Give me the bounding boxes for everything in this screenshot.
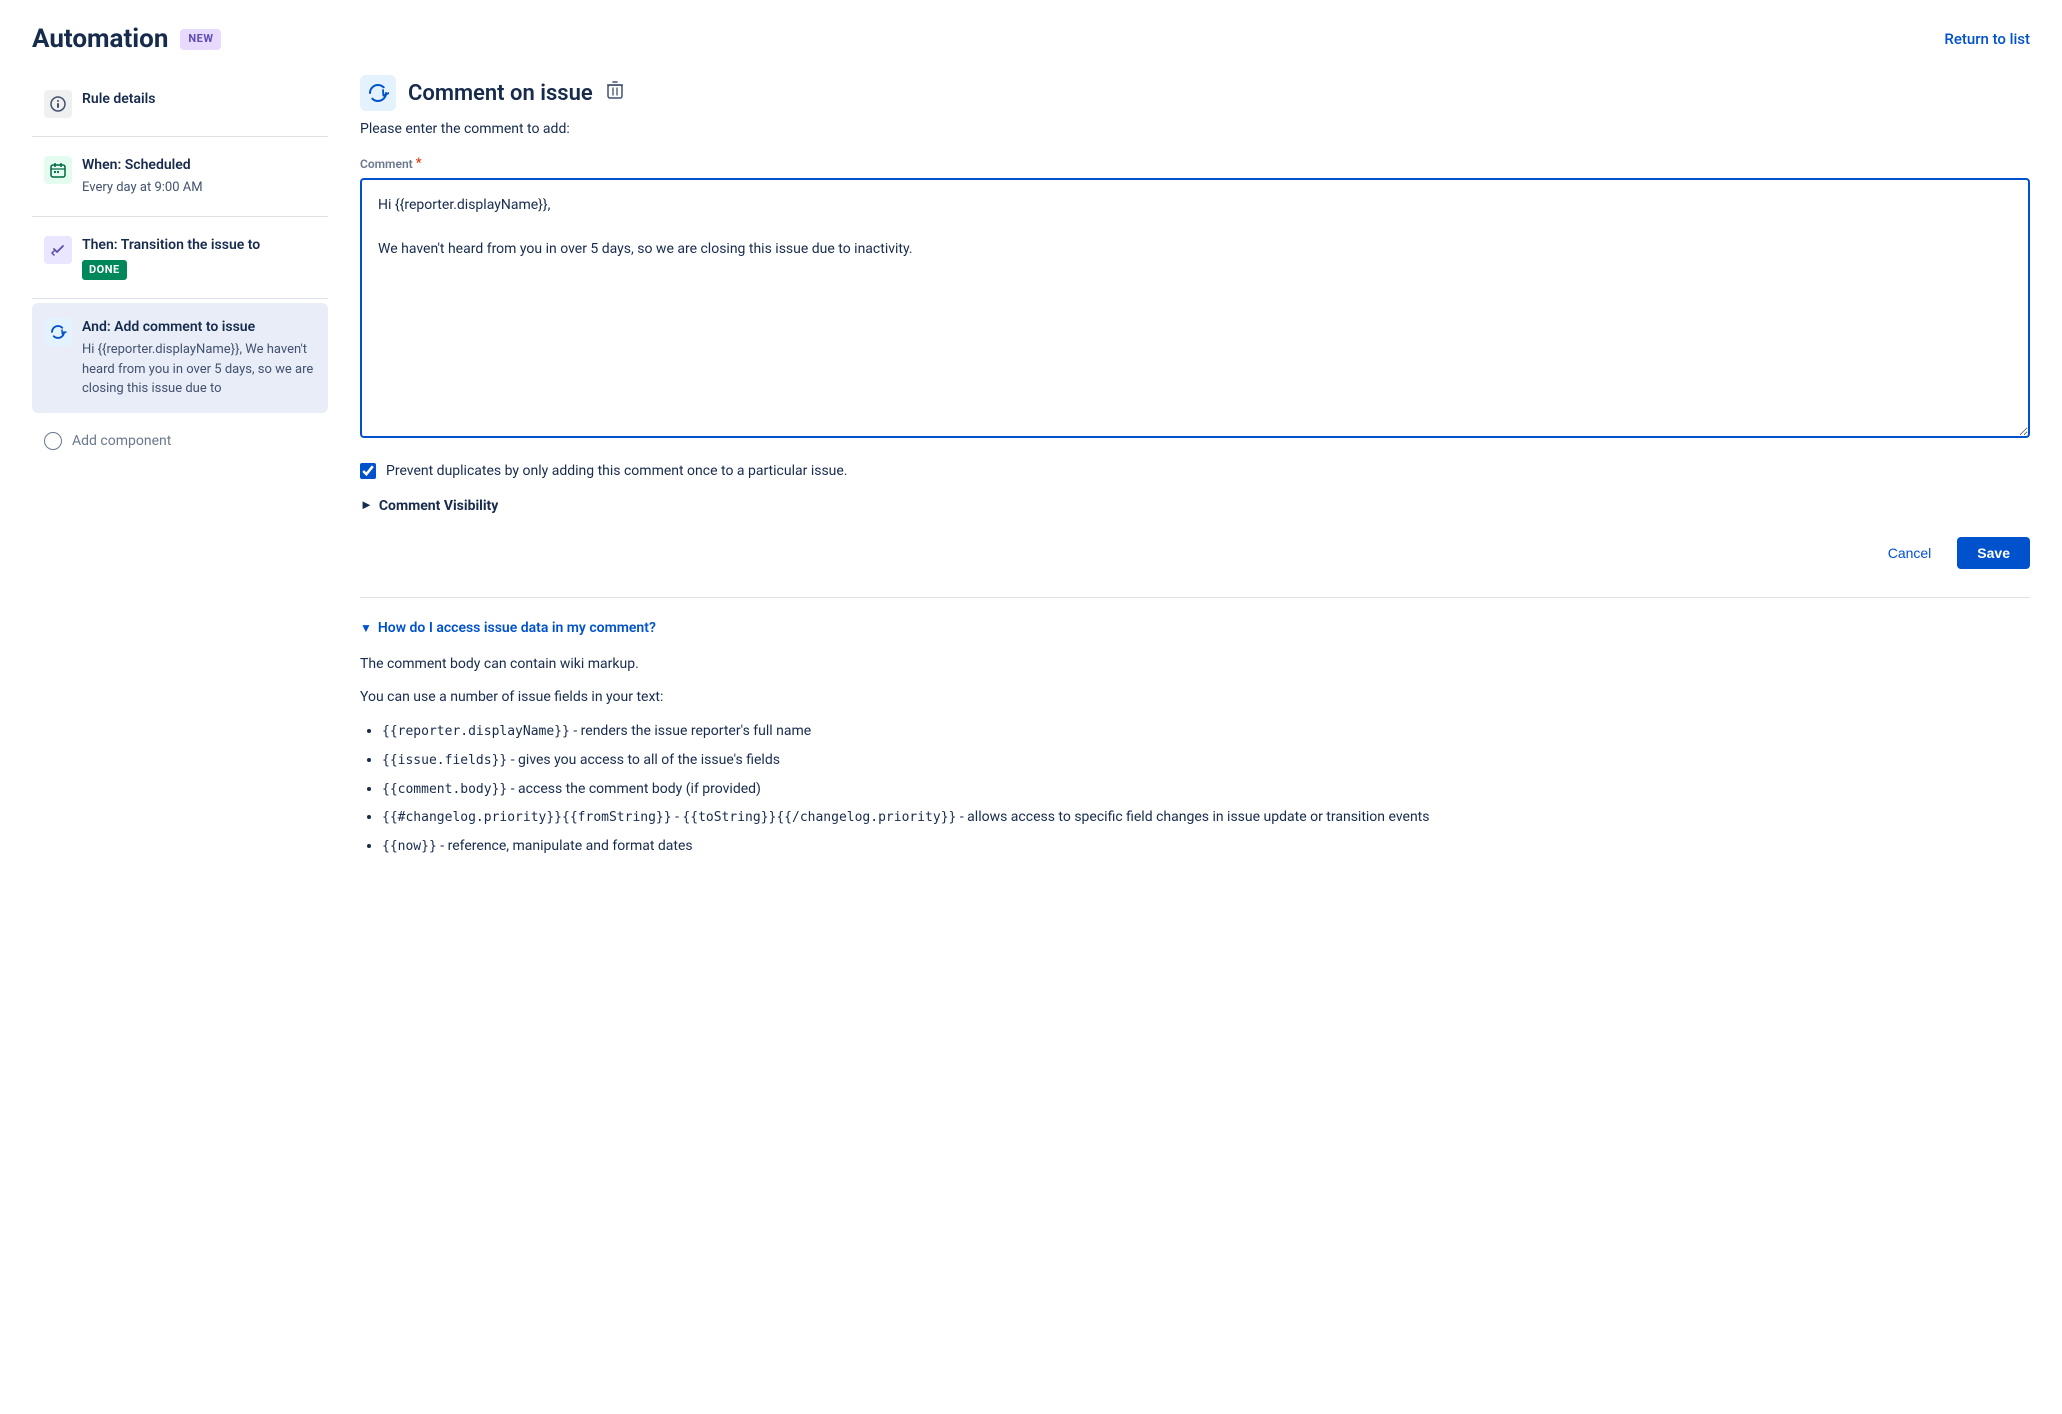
help-para-2: You can use a number of issue fields in … (360, 686, 2030, 710)
action-buttons: Cancel Save (360, 537, 2030, 569)
sidebar: Rule details When: Scheduled Every day a… (32, 75, 352, 869)
calendar-icon (44, 156, 72, 184)
section-title: Comment on issue (408, 77, 593, 110)
section-description: Please enter the comment to add: (360, 119, 2030, 140)
comment-visibility-label: Comment Visibility (379, 496, 498, 517)
sidebar-item-when-content: When: Scheduled Every day at 9:00 AM (82, 155, 203, 198)
add-component-circle-icon (44, 432, 62, 450)
section-comment-icon (360, 75, 396, 111)
prevent-duplicates-label: Prevent duplicates by only adding this c… (386, 461, 848, 482)
sidebar-item-transition-content: Then: Transition the issue to DONE (82, 235, 260, 281)
new-badge: NEW (180, 29, 221, 50)
sidebar-divider-2 (32, 216, 328, 217)
help-list-item-3: {{comment.body}} - access the comment bo… (382, 778, 2030, 802)
chevron-right-icon: ► (360, 496, 373, 516)
help-list-item-5: {{now}} - reference, manipulate and form… (382, 835, 2030, 859)
prevent-duplicates-row: Prevent duplicates by only adding this c… (360, 461, 2030, 482)
sidebar-item-comment-content: And: Add comment to issue Hi {{reporter.… (82, 317, 316, 399)
help-section: ▼ How do I access issue data in my comme… (360, 597, 2030, 860)
help-toggle-label: How do I access issue data in my comment… (378, 618, 656, 639)
sidebar-item-when-scheduled[interactable]: When: Scheduled Every day at 9:00 AM (32, 141, 328, 212)
help-list-item-4: {{#changelog.priority}}{{fromString}} - … (382, 806, 2030, 830)
cancel-button[interactable]: Cancel (1872, 537, 1948, 569)
sidebar-item-transition[interactable]: Then: Transition the issue to DONE (32, 221, 328, 295)
help-body: The comment body can contain wiki markup… (360, 653, 2030, 860)
return-to-list-link[interactable]: Return to list (1944, 28, 2030, 51)
help-list-item-1: {{reporter.displayName}} - renders the i… (382, 720, 2030, 744)
prevent-duplicates-checkbox[interactable] (360, 463, 376, 479)
delete-icon[interactable] (607, 81, 623, 106)
done-badge: DONE (82, 260, 127, 281)
sidebar-item-transition-title: Then: Transition the issue to (82, 235, 260, 256)
sidebar-item-rule-details[interactable]: Rule details (32, 75, 328, 132)
sidebar-item-rule-details-title: Rule details (82, 89, 155, 110)
help-list: {{reporter.displayName}} - renders the i… (360, 720, 2030, 859)
main-content: Comment on issue Please enter the commen… (352, 75, 2030, 869)
sidebar-divider-1 (32, 136, 328, 137)
required-star: * (416, 154, 422, 174)
transition-icon (44, 236, 72, 264)
chevron-down-icon: ▼ (360, 619, 372, 637)
section-header: Comment on issue (360, 75, 2030, 111)
sidebar-item-comment[interactable]: And: Add comment to issue Hi {{reporter.… (32, 303, 328, 413)
sidebar-item-when-title: When: Scheduled (82, 155, 203, 176)
help-toggle[interactable]: ▼ How do I access issue data in my comme… (360, 618, 2030, 639)
sidebar-item-comment-title: And: Add comment to issue (82, 317, 316, 338)
app-title: Automation (32, 20, 168, 59)
comment-field-label: Comment * (360, 154, 2030, 174)
add-component-button[interactable]: Add component (32, 417, 328, 466)
sidebar-item-rule-details-content: Rule details (82, 89, 155, 110)
comment-action-icon (44, 318, 72, 346)
add-component-label: Add component (72, 431, 171, 452)
app-header: Automation NEW Return to list (0, 0, 2062, 75)
header-left: Automation NEW (32, 20, 221, 59)
help-list-item-2: {{issue.fields}} - gives you access to a… (382, 749, 2030, 773)
sidebar-item-comment-subtitle: Hi {{reporter.displayName}}, We haven't … (82, 340, 316, 399)
comment-textarea[interactable]: Hi {{reporter.displayName}}, We haven't … (360, 178, 2030, 438)
sidebar-divider-3 (32, 298, 328, 299)
save-button[interactable]: Save (1957, 537, 2030, 569)
main-layout: Rule details When: Scheduled Every day a… (0, 75, 2062, 869)
help-para-1: The comment body can contain wiki markup… (360, 653, 2030, 677)
comment-visibility-toggle[interactable]: ► Comment Visibility (360, 496, 2030, 517)
sidebar-item-when-subtitle: Every day at 9:00 AM (82, 178, 203, 198)
info-icon (44, 90, 72, 118)
